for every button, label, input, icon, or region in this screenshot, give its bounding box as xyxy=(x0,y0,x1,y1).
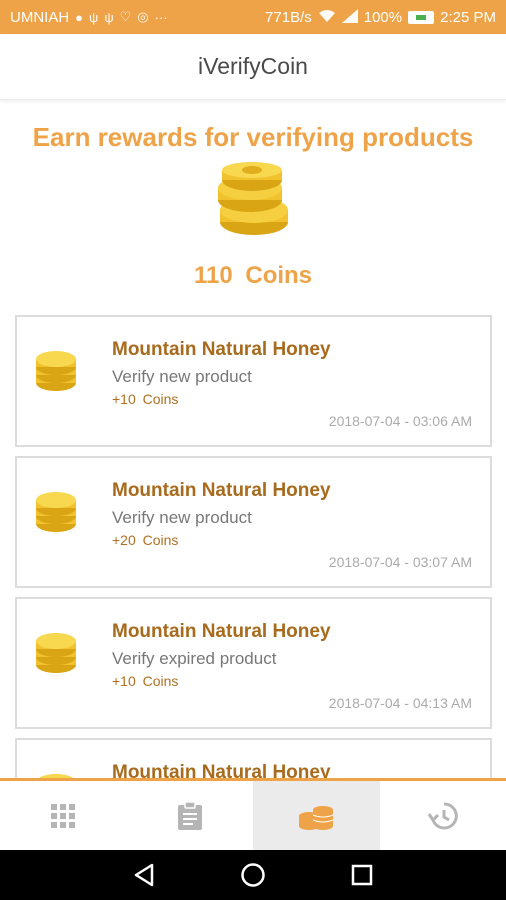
status-right: 771B/s 100% 2:25 PM xyxy=(265,8,496,26)
tab-coins[interactable] xyxy=(253,781,380,850)
whatsapp-icon: ◎ xyxy=(137,9,149,24)
shield-icon: ● xyxy=(75,9,84,25)
activity-card[interactable]: Mountain Natural Honey Verify new produc… xyxy=(15,315,492,447)
activity-title: Mountain Natural Honey xyxy=(112,339,331,360)
tab-home[interactable] xyxy=(0,781,127,850)
status-left: UMNIAH ● ψ ψ ♡ ◎ ··· xyxy=(10,9,168,26)
coin-stack-icon xyxy=(36,351,76,391)
back-icon[interactable] xyxy=(133,863,155,887)
home-icon[interactable] xyxy=(240,862,266,888)
coins-icon xyxy=(299,805,334,830)
activity-reward: +10 Coins xyxy=(112,673,179,689)
coin-stack-icon xyxy=(36,633,76,673)
heart-icon: ♡ xyxy=(119,9,132,24)
clipboard-icon xyxy=(177,800,202,830)
tab-history[interactable] xyxy=(380,781,506,850)
network-speed: 771B/s xyxy=(265,8,312,26)
coin-total-label: Coins xyxy=(245,262,313,289)
coin-total-amount: 110 xyxy=(193,262,233,289)
activity-timestamp: 2018-07-04 - 04:13 AM xyxy=(328,695,472,711)
activity-card[interactable]: Mountain Natural Honey xyxy=(15,738,492,780)
coin-stack-icon xyxy=(36,492,76,532)
wifi-icon xyxy=(318,9,336,26)
status-bar: UMNIAH ● ψ ψ ♡ ◎ ··· 771B/s 100% 2:25 PM xyxy=(0,0,506,34)
more-icon: ··· xyxy=(154,9,168,25)
usb-icon: ψ xyxy=(89,9,99,25)
activity-description: Verify expired product xyxy=(112,649,277,668)
signal-icon xyxy=(341,8,358,26)
activity-description: Verify new product xyxy=(112,508,252,527)
app-title: iVerifyCoin xyxy=(198,53,308,79)
rewards-content[interactable]: Earn rewards for verifying products 110 … xyxy=(0,100,506,780)
activity-title: Mountain Natural Honey xyxy=(112,621,331,642)
clock: 2:25 PM xyxy=(440,8,496,26)
activity-timestamp: 2018-07-04 - 03:07 AM xyxy=(328,554,472,570)
history-icon xyxy=(427,801,458,829)
activity-card[interactable]: Mountain Natural Honey Verify expired pr… xyxy=(15,597,492,729)
app-bar: iVerifyCoin xyxy=(0,34,506,100)
carrier-name: UMNIAH xyxy=(10,8,70,26)
usb-icon: ψ xyxy=(104,9,114,25)
tab-clipboard[interactable] xyxy=(127,781,254,850)
bottom-tab-bar xyxy=(0,778,506,850)
grid-icon xyxy=(51,803,76,828)
hero-title: Earn rewards for verifying products xyxy=(32,122,474,152)
activity-title: Mountain Natural Honey xyxy=(112,480,331,501)
battery-icon xyxy=(408,10,435,24)
activity-description: Verify new product xyxy=(112,367,252,386)
activity-card[interactable]: Mountain Natural Honey Verify new produc… xyxy=(15,456,492,588)
battery-percent: 100% xyxy=(363,8,403,26)
system-nav-bar xyxy=(0,850,506,900)
activity-reward: +10 Coins xyxy=(112,391,179,407)
activity-timestamp: 2018-07-04 - 03:06 AM xyxy=(328,413,472,429)
coin-stack-icon xyxy=(218,162,288,235)
activity-reward: +20 Coins xyxy=(112,532,179,548)
recents-icon[interactable] xyxy=(351,864,373,886)
coin-total: 110 Coins xyxy=(0,262,506,290)
